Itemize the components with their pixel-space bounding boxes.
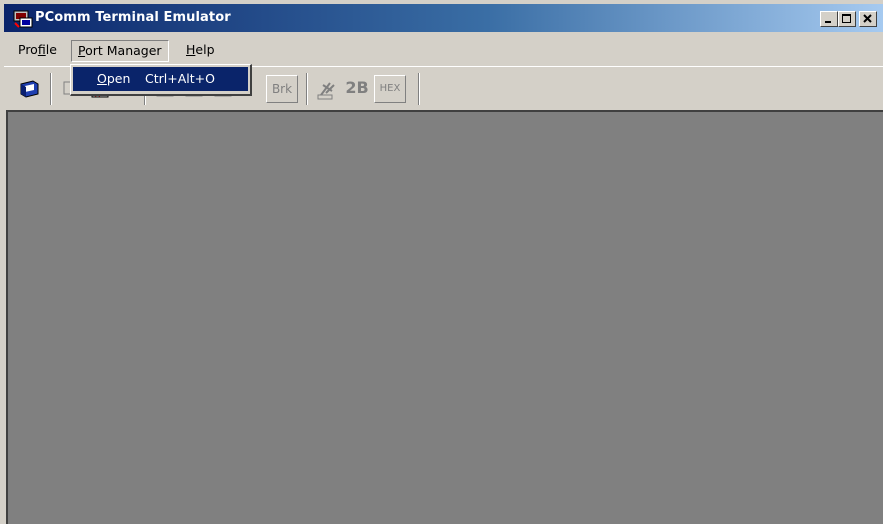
- hex-icon: HEX: [379, 83, 401, 94]
- monitor-button[interactable]: [312, 75, 342, 103]
- menu-help-accel: H: [186, 42, 196, 57]
- terminal-workspace[interactable]: [6, 110, 883, 524]
- port-manager-dropdown: Open Ctrl+Alt+O: [70, 64, 252, 96]
- toolbar-separator: [306, 73, 308, 105]
- menu-item-open[interactable]: Open Ctrl+Alt+O: [73, 67, 248, 91]
- pcomm-window: PComm Terminal Emulator Profile Port Man…: [0, 0, 883, 524]
- menu-item-open-label: Open: [97, 71, 131, 86]
- hex-button[interactable]: HEX: [374, 75, 406, 103]
- menu-item-open-shortcut: Ctrl+Alt+O: [145, 71, 215, 86]
- title-bar[interactable]: PComm Terminal Emulator: [4, 4, 883, 32]
- menu-port-manager-label: ort Manager: [85, 43, 162, 58]
- menu-help[interactable]: Help: [180, 40, 221, 62]
- menu-profile-label-pre: Pro: [18, 42, 38, 57]
- menu-profile-accel: f: [37, 42, 46, 57]
- open-profile-button[interactable]: [14, 75, 44, 103]
- break-icon: Brk: [271, 82, 293, 96]
- minimize-button[interactable]: [820, 11, 838, 27]
- maximize-button[interactable]: [838, 11, 856, 27]
- two-byte-icon: 2B: [345, 78, 369, 97]
- maximize-icon: [842, 14, 851, 23]
- two-byte-button[interactable]: 2B: [342, 75, 372, 103]
- monitor-icon: [317, 82, 335, 100]
- close-button[interactable]: [859, 11, 877, 27]
- menu-help-label: elp: [195, 42, 215, 57]
- menu-profile-label-post: ile: [45, 42, 57, 57]
- toolbar-separator: [418, 73, 420, 105]
- menu-port-manager[interactable]: Port Manager: [71, 40, 169, 62]
- close-icon: [863, 14, 872, 23]
- pcomm-app-icon: [13, 10, 33, 28]
- break-button[interactable]: Brk: [266, 75, 298, 103]
- menu-bar: Profile Port Manager Help: [4, 38, 883, 62]
- window-title: PComm Terminal Emulator: [35, 10, 231, 25]
- open-profile-icon: [20, 80, 39, 98]
- menu-profile[interactable]: Profile: [12, 40, 63, 62]
- minimize-icon: [825, 21, 831, 23]
- toolbar-separator: [50, 73, 52, 105]
